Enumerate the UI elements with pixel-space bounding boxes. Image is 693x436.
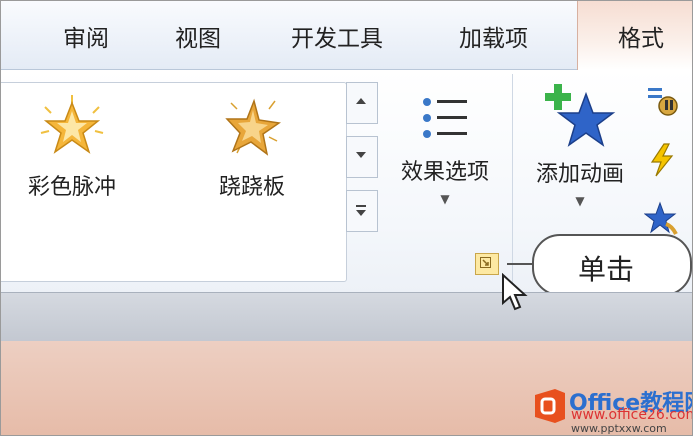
callout-text: 单击 [578,253,635,286]
animation-pane-icon[interactable] [644,84,680,120]
tab-format[interactable]: 格式 [577,1,692,70]
animation-gallery: 彩色脉冲 跷跷板 [1,82,347,282]
mouse-cursor-icon [502,273,528,311]
dialog-launcher-button[interactable] [475,253,499,275]
ribbon-bottom-bar [1,292,692,342]
gallery-item-label: 跷跷板 [218,175,285,200]
expand-gallery-icon [356,205,366,216]
tab-format-label: 格式 [618,26,664,52]
gallery-scroll-up-button[interactable] [346,82,378,124]
tab-review[interactable]: 审阅 [63,19,109,53]
gallery-item-label: 彩色脉冲 [27,175,116,200]
star-burst-icon [40,95,104,154]
effect-options-button[interactable]: 效果选项 ▼ [386,90,504,270]
window-frame: 审阅 视图 开发工具 加载项 格式 彩色脉冲 跷跷板 效果选项 ▼ 添加动画 ▼… [0,0,693,436]
gallery-item-seesaw[interactable]: 跷跷板 [192,93,312,203]
gallery-scroll-down-button[interactable] [346,136,378,178]
lightning-trigger-icon[interactable] [644,142,680,178]
site-watermark: Office教程网 www.office26.com www.pptxxw.co… [531,383,693,435]
star-seesaw-icon [225,98,281,156]
watermark-url-secondary: www.pptxxw.com [571,422,667,435]
tab-addins[interactable]: 加载项 [459,19,528,53]
dropdown-caret-icon: ▼ [575,194,585,208]
chevron-up-icon [356,98,366,104]
gallery-more-button[interactable] [346,190,378,232]
callout-pointer [507,263,533,265]
chevron-down-icon [356,152,366,158]
tab-view[interactable]: 视图 [175,19,221,53]
watermark-url: www.office26.com [571,407,693,423]
dropdown-caret-icon: ▼ [440,192,450,206]
list-bullets-icon [423,98,467,138]
add-star-icon [545,84,616,147]
gallery-item-color-pulse[interactable]: 彩色脉冲 [12,93,132,203]
effect-options-label: 效果选项 [400,160,489,185]
dialog-launcher-icon [480,257,491,268]
tab-developer[interactable]: 开发工具 [291,19,383,53]
gallery-scrollbar [346,82,378,281]
animation-painter-icon[interactable] [644,200,680,236]
group-divider [512,74,513,284]
add-animation-label: 添加动画 [535,162,624,187]
ribbon-tab-bar: 审阅 视图 开发工具 加载项 格式 [1,1,692,70]
ribbon-panel: 彩色脉冲 跷跷板 效果选项 ▼ 添加动画 ▼ 单击 [1,70,692,296]
click-callout: 单击 [532,234,692,296]
office-logo-icon [535,389,565,423]
